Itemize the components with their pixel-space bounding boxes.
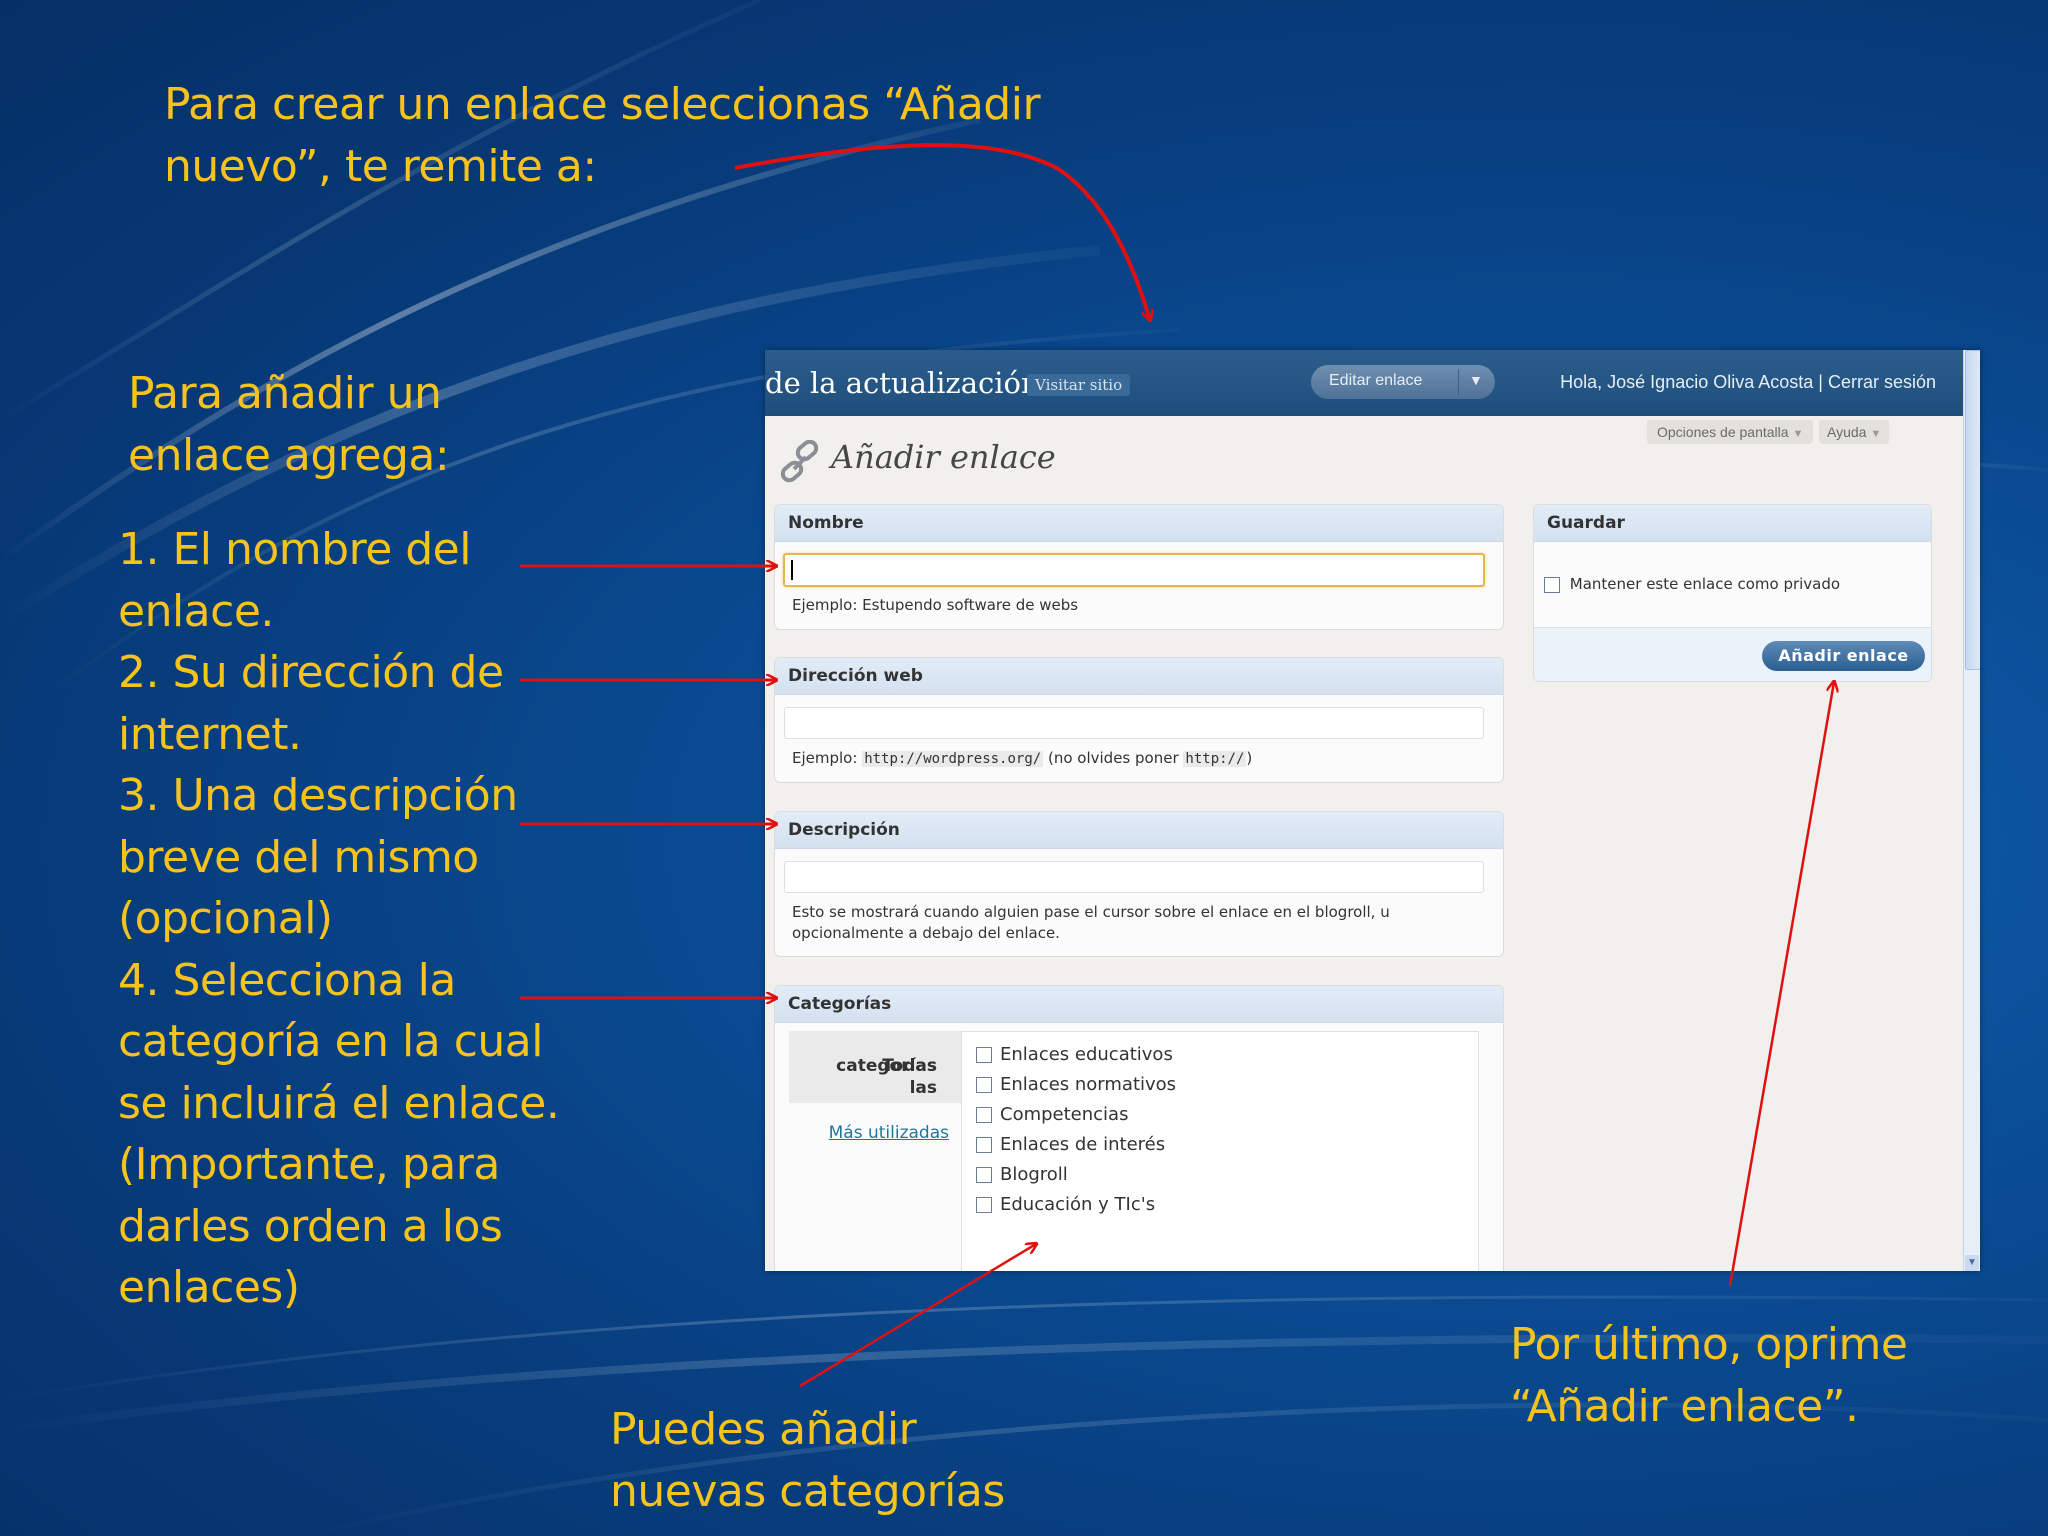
save-box-title: Guardar [1534, 505, 1931, 542]
intro-line: Para crear un enlace seleccionas “Añadir [164, 79, 1041, 130]
category-label: Enlaces normativos [1000, 1074, 1177, 1095]
private-option[interactable]: Mantener este enlace como privado [1544, 575, 1840, 593]
screen-options-label: Opciones de pantalla [1657, 424, 1789, 440]
slide-background: Para crear un enlace seleccionas “Añadir… [0, 0, 2048, 1536]
url-hint-suffix: ) [1246, 749, 1253, 767]
finally-line: Por último, oprime [1510, 1319, 1908, 1370]
category-item[interactable]: Enlaces educativos [976, 1044, 1173, 1065]
finally-annotation: Por último, oprime “Añadir enlace”. [1510, 1314, 1908, 1438]
visit-site-button[interactable]: Visitar sitio [1027, 374, 1131, 396]
categories-box-title: Categorías [775, 986, 1503, 1023]
help-tab[interactable]: Ayuda ▼ [1819, 420, 1890, 444]
private-checkbox[interactable] [1544, 576, 1560, 593]
save-box: Guardar Mantener este enlace como privad… [1533, 504, 1932, 682]
category-tabs: Todas las categorías Más utilizadas [789, 1031, 961, 1271]
add-link-button[interactable]: Añadir enlace [1762, 641, 1925, 671]
checkbox[interactable] [976, 1137, 992, 1153]
category-label: Competencias [1000, 1104, 1129, 1125]
tab-all-categories[interactable]: Todas las categorías [789, 1031, 961, 1103]
caret-down-icon: ▼ [1870, 428, 1882, 440]
checkbox[interactable] [976, 1077, 992, 1093]
step-line: categoría en la cual [118, 1016, 543, 1067]
add-heading-line: enlace agrega: [128, 430, 450, 481]
screen-options-tab[interactable]: Opciones de pantalla ▼ [1647, 420, 1814, 444]
url-input[interactable] [784, 707, 1484, 739]
dropdown-arrow-icon[interactable]: ▼ [1469, 372, 1483, 388]
private-label: Mantener este enlace como privado [1569, 575, 1841, 593]
url-hint-prefix: Ejemplo: [792, 749, 858, 767]
steps-annotation: 1. El nombre del enlace. 2. Su dirección… [118, 519, 560, 1319]
category-item[interactable]: Competencias [976, 1104, 1128, 1125]
wordpress-screenshot: de la actualización Visitar sitio Editar… [765, 350, 1980, 1271]
step-line: 4. Selecciona la [118, 954, 456, 1006]
checkbox[interactable] [976, 1167, 992, 1183]
name-box: Nombre Ejemplo: Estupendo software de we… [774, 504, 1504, 630]
name-hint: Ejemplo: Estupendo software de webs [792, 596, 1079, 614]
name-input[interactable] [783, 553, 1485, 587]
name-box-title: Nombre [775, 505, 1503, 542]
text-cursor [791, 560, 793, 580]
url-hint-code2: http:// [1183, 751, 1247, 767]
tab-most-used[interactable]: Más utilizadas [829, 1123, 949, 1143]
page-title: Añadir enlace [831, 438, 1056, 476]
new-categories-line: Puedes añadir [610, 1404, 917, 1455]
category-checklist: Enlaces educativos Enlaces normativos Co… [961, 1031, 1479, 1271]
description-input[interactable] [784, 861, 1484, 893]
category-label: Educación y TIc's [1000, 1194, 1156, 1215]
description-hint: Esto se mostrará cuando alguien pase el … [792, 902, 1390, 944]
url-hint-mid: (no olvides poner [1047, 749, 1179, 767]
button-separator [1458, 369, 1459, 395]
add-heading-line: Para añadir un [128, 368, 442, 419]
category-label: Enlaces de interés [1000, 1134, 1166, 1155]
finally-line: “Añadir enlace”. [1510, 1381, 1859, 1432]
category-item[interactable]: Educación y TIc's [976, 1194, 1155, 1215]
caret-down-icon: ▼ [1792, 428, 1804, 440]
step-line: internet. [118, 708, 302, 760]
url-box-title: Dirección web [775, 658, 1503, 695]
checkbox[interactable] [976, 1047, 992, 1063]
user-greeting[interactable]: Hola, José Ignacio Oliva Acosta | Cerrar… [1560, 372, 1936, 393]
step-line: 3. Una descripción [118, 770, 518, 821]
url-hint-code: http://wordpress.org/ [862, 751, 1044, 767]
scrollbar[interactable]: ▼ [1963, 350, 1980, 1271]
step-line: (opcional) [118, 893, 333, 944]
intro-line: nuevo”, te remite a: [164, 141, 597, 192]
description-box: Descripción Esto se mostrará cuando algu… [774, 811, 1504, 957]
link-chain-icon [780, 440, 819, 483]
category-label: Enlaces educativos [1000, 1044, 1173, 1065]
site-title: de la actualización [765, 366, 1040, 400]
categories-box: Categorías Todas las categorías Más util… [774, 985, 1504, 1271]
category-item[interactable]: Enlaces de interés [976, 1134, 1165, 1155]
checkbox[interactable] [976, 1107, 992, 1123]
step-line: (Importante, para [118, 1139, 500, 1190]
step-line: 1. El nombre del [118, 524, 471, 575]
intro-annotation: Para crear un enlace seleccionas “Añadir… [164, 74, 1041, 198]
step-line: enlaces) [118, 1262, 300, 1313]
url-hint: Ejemplo: http://wordpress.org/ (no olvid… [792, 749, 1252, 767]
category-label: Blogroll [1000, 1164, 1068, 1185]
new-categories-line: nuevas categorías [610, 1466, 1005, 1517]
url-box: Dirección web Ejemplo: http://wordpress.… [774, 657, 1504, 783]
scrollbar-thumb[interactable] [1965, 350, 1980, 670]
description-box-title: Descripción [775, 812, 1503, 849]
help-label: Ayuda [1827, 424, 1867, 440]
category-item[interactable]: Blogroll [976, 1164, 1068, 1185]
edit-link-label: Editar enlace [1329, 372, 1423, 389]
edit-link-button[interactable]: Editar enlace ▼ [1311, 365, 1495, 399]
tab-all-line: categorías [836, 1056, 937, 1076]
new-categories-annotation: Puedes añadir nuevas categorías [610, 1399, 1005, 1523]
admin-header: de la actualización Visitar sitio Editar… [765, 350, 1980, 416]
step-line: 2. Su dirección de [118, 647, 504, 698]
scroll-down-icon[interactable]: ▼ [1965, 1255, 1979, 1271]
category-item[interactable]: Enlaces normativos [976, 1074, 1176, 1095]
step-line: se incluirá el enlace. [118, 1077, 560, 1129]
add-heading-annotation: Para añadir un enlace agrega: [128, 363, 450, 487]
checkbox[interactable] [976, 1197, 992, 1213]
description-hint-line: opcionalmente a debajo del enlace. [792, 924, 1060, 942]
step-line: enlace. [118, 585, 274, 637]
step-line: darles orden a los [118, 1200, 503, 1252]
description-hint-line: Esto se mostrará cuando alguien pase el … [792, 903, 1390, 921]
step-line: breve del mismo [118, 831, 479, 883]
